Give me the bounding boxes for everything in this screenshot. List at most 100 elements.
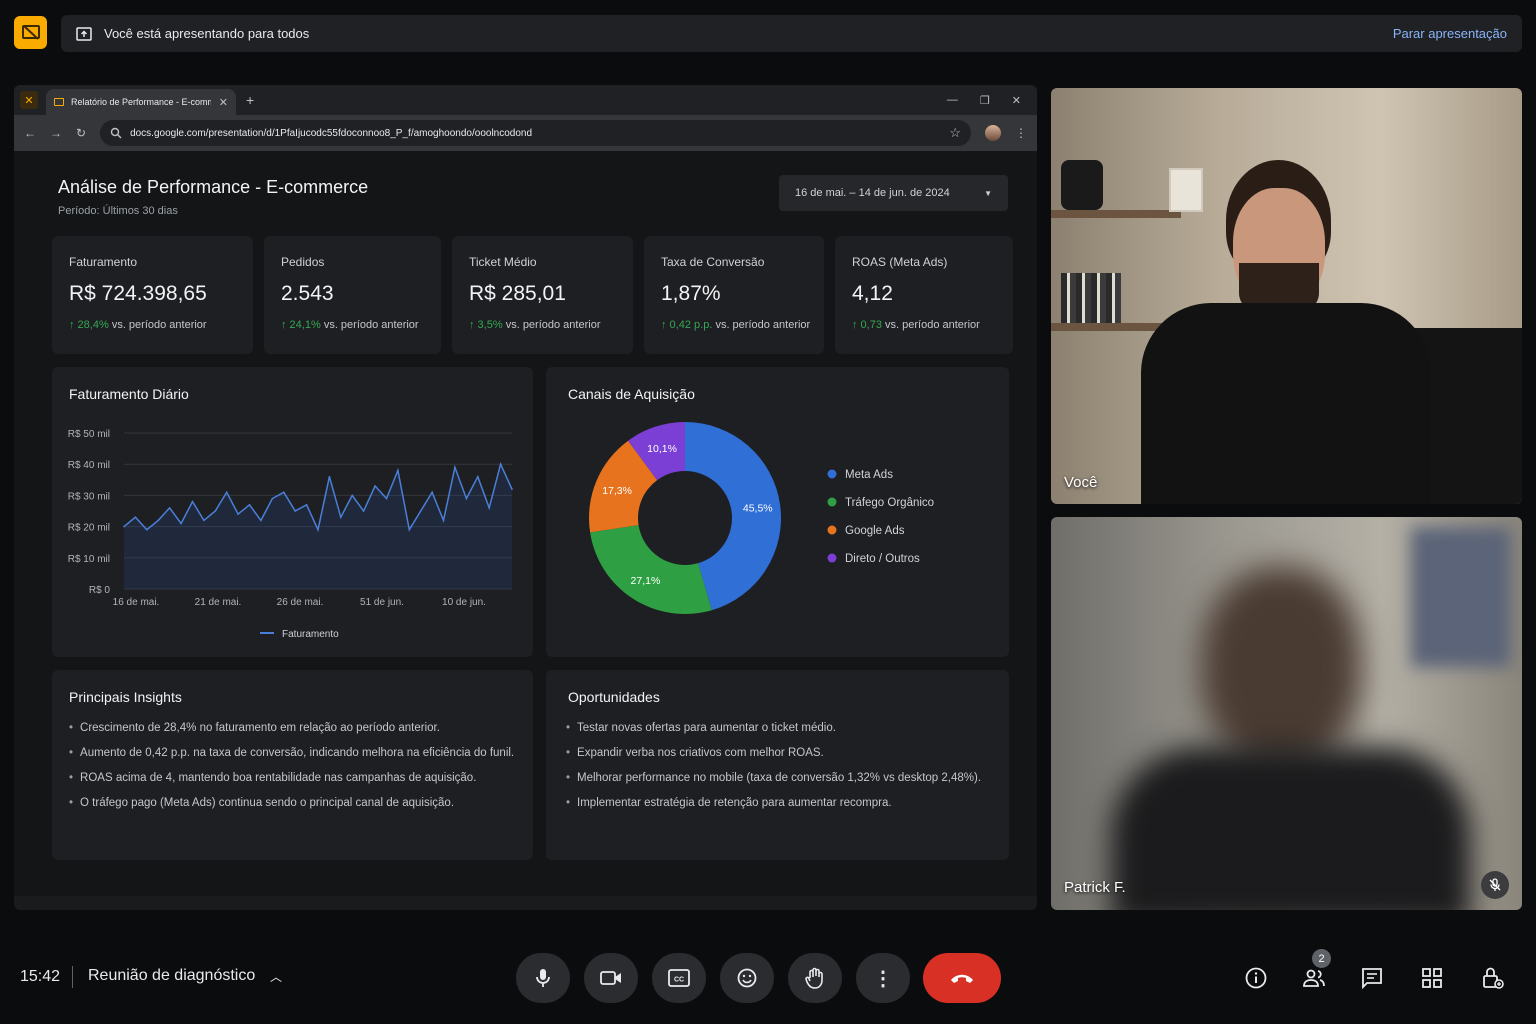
data-point <box>385 497 388 500</box>
mic-button[interactable] <box>516 953 570 1003</box>
data-point <box>123 525 125 528</box>
kpi-value: R$ 724.398,65 <box>69 282 207 305</box>
stop-presenting-button[interactable]: Parar apresentação <box>1393 26 1507 41</box>
restore-icon[interactable]: ❐ <box>980 94 990 107</box>
insights-title: Principais Insights <box>69 689 182 705</box>
list-item: Expandir verba nos criativos com melhor … <box>566 747 981 759</box>
present-screen-icon <box>76 26 92 41</box>
slice-label: 45,5% <box>743 503 773 515</box>
participant-name: Patrick F. <box>1064 879 1126 896</box>
slides-icon <box>54 98 64 106</box>
opportunities-title: Oportunidades <box>568 689 660 705</box>
data-point <box>271 497 274 500</box>
reload-icon[interactable]: ↻ <box>76 126 86 140</box>
dropdown-caret-icon: ▼ <box>984 188 992 198</box>
date-range-selector[interactable]: 16 de mai. – 14 de jun. de 2024 ▼ <box>779 175 1008 211</box>
kpi-label: Pedidos <box>281 255 325 269</box>
data-point <box>260 519 262 522</box>
reactions-button[interactable] <box>720 953 774 1003</box>
kpi-card-pedidos: Pedidos 2.543 ↑ 24,1% vs. período anteri… <box>264 236 441 354</box>
back-icon[interactable]: ← <box>24 126 36 140</box>
browser-menu-icon[interactable]: ⋮ <box>1015 126 1027 140</box>
more-options-button[interactable]: ⋮ <box>856 953 910 1003</box>
data-point <box>511 488 513 490</box>
tab-close-icon[interactable]: ✕ <box>219 96 228 109</box>
people-icon[interactable] <box>1302 966 1326 990</box>
kpi-change-suffix: vs. período anterior <box>505 319 601 331</box>
data-point <box>180 522 182 525</box>
slice-label: 27,1% <box>631 575 661 587</box>
data-point <box>362 510 365 512</box>
daily-revenue-chart: R$ 0 R$ 10 mil R$ 20 mil R$ 30 mil R$ 40 mil… <box>68 429 513 640</box>
kpi-change-suffix: vs. período anterior <box>111 319 207 331</box>
participant-tile-patrick[interactable]: Patrick F. <box>1051 517 1522 910</box>
legend-label: Faturamento <box>282 629 339 640</box>
new-tab-icon[interactable]: + <box>246 92 254 108</box>
captions-button[interactable]: CC <box>652 953 706 1003</box>
y-tick-label: R$ 20 mil <box>68 523 110 534</box>
shelf <box>1051 210 1181 218</box>
kpi-change-value: ↑ 3,5% <box>469 319 503 331</box>
presenting-banner: Você está apresentando para todos Parar … <box>61 15 1522 52</box>
leave-call-button[interactable] <box>923 953 1001 1003</box>
svg-text:CC: CC <box>674 977 684 984</box>
kpi-change-suffix: vs. período anterior <box>323 319 419 331</box>
browser-tab[interactable]: Relatório de Performance - E-commerce ✕ <box>46 89 236 115</box>
blurred-head <box>1201 567 1361 767</box>
camera-icon <box>600 971 621 985</box>
hang-up-icon <box>951 974 973 983</box>
kpi-label: Taxa de Conversão <box>661 255 765 269</box>
window-close-icon[interactable]: ✕ <box>1012 94 1021 107</box>
data-point <box>419 510 422 512</box>
hand-icon <box>805 967 823 989</box>
kpi-card-taxa-conversao: Taxa de Conversão 1,87% ↑ 0,42 p.p. vs. … <box>644 236 824 354</box>
kpi-change: ↑ 3,5% vs. período anterior <box>469 319 600 331</box>
slice-label: 17,3% <box>602 485 632 497</box>
meeting-name[interactable]: Reunião de diagnóstico <box>88 967 255 985</box>
list-item: Aumento de 0,42 p.p. na taxa de conversã… <box>69 747 514 759</box>
y-tick-label: R$ 10 mil <box>68 554 110 565</box>
legend-swatch <box>827 525 837 535</box>
participant-tile-self[interactable]: Você <box>1051 88 1522 504</box>
minimize-icon[interactable]: — <box>947 94 958 107</box>
activities-icon[interactable] <box>1420 966 1444 990</box>
mic-icon <box>536 969 550 987</box>
camera-button[interactable] <box>584 953 638 1003</box>
opportunities-list: Testar novas ofertas para aumentar o tic… <box>566 722 981 822</box>
host-controls-icon[interactable] <box>1481 966 1505 990</box>
kpi-change: ↑ 24,1% vs. período anterior <box>281 319 419 331</box>
kpi-change: ↑ 0,73 vs. período anterior <box>852 319 980 331</box>
data-point <box>408 528 411 531</box>
forward-icon[interactable]: → <box>50 126 62 140</box>
presenting-text: Você está apresentando para todos <box>104 26 310 41</box>
stop-screen-share-icon <box>21 24 40 40</box>
legend-label: Direto / Outros <box>845 553 920 565</box>
legend-swatch <box>827 469 837 479</box>
data-point <box>134 516 137 519</box>
chevron-up-icon[interactable]: ︿ <box>270 968 282 985</box>
data-point <box>374 485 376 487</box>
omnibox[interactable]: docs.google.com/presentation/d/1PfaIjuco… <box>100 120 971 146</box>
close-share-icon[interactable]: ✕ <box>20 91 38 109</box>
kpi-label: Ticket Médio <box>469 255 537 269</box>
kpi-card-ticket-medio: Ticket Médio R$ 285,01 ↑ 3,5% vs. períod… <box>452 236 633 354</box>
data-point <box>317 528 319 531</box>
kpi-change: ↑ 0,42 p.p. vs. período anterior <box>661 319 810 331</box>
chat-icon[interactable] <box>1360 966 1384 990</box>
meeting-info-icon[interactable] <box>1244 966 1268 990</box>
profile-avatar[interactable] <box>985 125 1001 141</box>
data-point <box>499 463 502 465</box>
tab-title: Relatório de Performance - E-commerce <box>71 97 211 107</box>
torso <box>1141 303 1431 504</box>
participant-name: Você <box>1064 474 1098 491</box>
list-item: ROAS acima de 4, mantendo boa rentabilid… <box>69 772 514 784</box>
bookmark-star-icon[interactable]: ☆ <box>949 125 961 141</box>
data-point <box>305 503 308 506</box>
raise-hand-button[interactable] <box>788 953 842 1003</box>
slide-subtitle: Período: Últimos 30 dias <box>58 205 178 217</box>
slice-label: 10,1% <box>647 443 677 455</box>
presenting-status-icon[interactable] <box>14 16 47 49</box>
more-vert-icon: ⋮ <box>873 967 893 990</box>
site-info-icon <box>110 127 122 139</box>
kpi-label: ROAS (Meta Ads) <box>852 255 948 269</box>
